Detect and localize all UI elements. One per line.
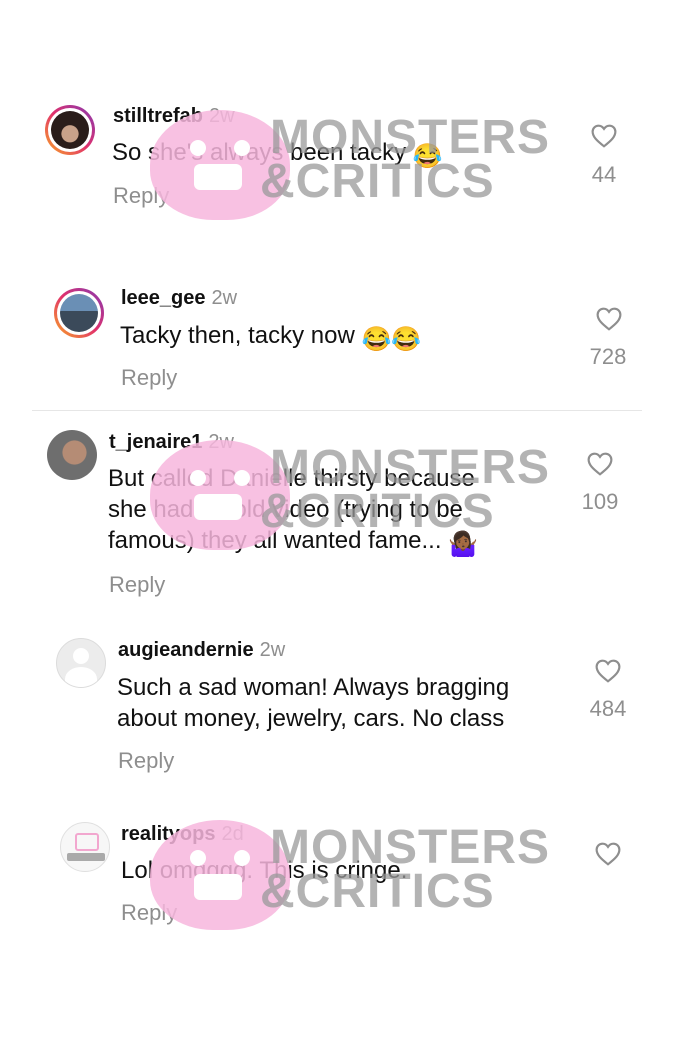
timestamp: 2w — [208, 431, 234, 453]
comment-line: about money, jewelry, cars. No class — [117, 705, 505, 732]
comment-line: Such a sad woman! Always bragging — [117, 674, 510, 701]
comment-line: Lol omgggg. This is cringe. — [121, 857, 408, 884]
comment-line: she had an old video (trying to be — [108, 496, 463, 523]
username[interactable]: stilltrefab — [113, 105, 203, 127]
comment-text: Lol omgggg. This is cringe. — [121, 855, 407, 886]
default-user-icon[interactable] — [56, 638, 106, 688]
comment-line: Tacky then, tacky now — [120, 322, 355, 349]
comment-line: famous) they all wanted fame... — [108, 527, 442, 554]
comment-text: But called Danielle thirsty because she … — [108, 463, 478, 560]
comment-text: So she's always been tacky 😂 — [112, 137, 443, 172]
username[interactable]: leee_gee — [121, 287, 206, 309]
reply-button[interactable]: Reply — [109, 572, 165, 598]
comment-line: But called Danielle thirsty because — [108, 465, 475, 492]
like-count: 728 — [589, 344, 627, 369]
reply-button[interactable]: Reply — [121, 365, 177, 391]
tears-of-joy-emoji-icon: 😂 — [412, 143, 443, 170]
reality-ops-logo-icon[interactable] — [60, 822, 110, 872]
like-count: 109 — [581, 489, 619, 514]
heart-icon[interactable] — [596, 307, 622, 331]
comment-line: So she's always been tacky — [112, 139, 407, 166]
like-count: 484 — [589, 696, 627, 721]
heart-icon[interactable] — [595, 659, 621, 683]
shrug-emoji-icon: 🤷🏾‍♀️ — [448, 531, 479, 558]
heart-icon[interactable] — [587, 452, 613, 476]
timestamp: 2w — [209, 105, 235, 127]
reply-button[interactable]: Reply — [121, 900, 177, 926]
group-photo-icon[interactable] — [54, 288, 104, 338]
heart-icon[interactable] — [595, 842, 621, 866]
crown-portrait-icon[interactable] — [45, 105, 95, 155]
timestamp: 2w — [211, 287, 238, 309]
reply-button[interactable]: Reply — [118, 748, 174, 774]
timestamp: 2d — [221, 823, 244, 845]
reply-button[interactable]: Reply — [113, 183, 169, 209]
comment-text: Tacky then, tacky now 😂😂 — [120, 320, 421, 355]
comment-text: Such a sad woman! Always bragging about … — [117, 672, 509, 734]
tears-of-joy-emoji-icon: 😂😂 — [361, 326, 422, 353]
timestamp: 2w — [259, 639, 286, 661]
username[interactable]: realityops — [121, 823, 215, 845]
heart-icon[interactable] — [591, 124, 617, 148]
portrait-icon[interactable] — [47, 430, 97, 480]
like-count: 44 — [591, 162, 617, 187]
username[interactable]: augieandernie — [118, 639, 254, 661]
username[interactable]: t_jenaire1 — [109, 431, 202, 453]
divider — [32, 410, 642, 411]
